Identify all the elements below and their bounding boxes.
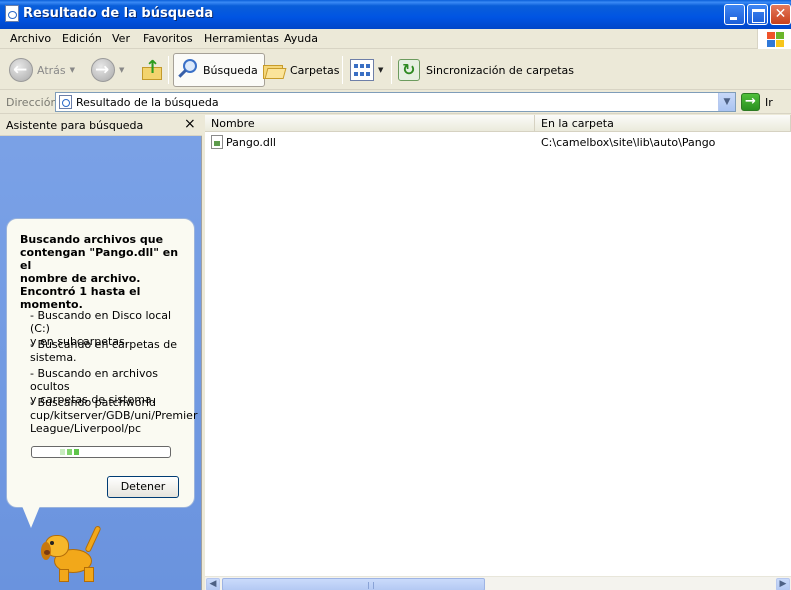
toolbar-separator: [391, 56, 392, 84]
forward-arrow-icon: [91, 58, 115, 82]
menu-ayuda[interactable]: Ayuda: [284, 32, 318, 45]
column-header-folder[interactable]: En la carpeta: [535, 115, 791, 132]
forward-dropdown-icon[interactable]: ▼: [119, 66, 124, 74]
results-list: Nombre En la carpeta Pango.dll C:\camelb…: [205, 115, 791, 590]
sync-label: Sincronización de carpetas: [426, 63, 575, 77]
column-header-name[interactable]: Nombre: [205, 115, 535, 132]
table-row[interactable]: Pango.dll C:\camelbox\site\lib\auto\Pang…: [205, 134, 791, 151]
maximize-icon: [748, 5, 767, 24]
views-dropdown-icon[interactable]: ▼: [378, 66, 383, 74]
address-label: Dirección: [6, 96, 58, 109]
views-icon: [350, 59, 374, 81]
search-pane-header: Asistente para búsqueda ×: [0, 115, 202, 136]
windows-logo-icon: [757, 29, 791, 49]
stop-button[interactable]: Detener: [107, 476, 179, 498]
go-arrow-icon[interactable]: →: [741, 93, 760, 111]
scroll-left-icon[interactable]: ◀: [206, 578, 220, 590]
horizontal-scrollbar[interactable]: ◀ ▶: [205, 576, 791, 590]
search-companion-pane: Asistente para búsqueda × Buscando archi…: [0, 115, 202, 590]
address-bar: Dirección Resultado de la búsqueda ▼ → I…: [0, 91, 791, 114]
menu-edicion[interactable]: Edición: [62, 32, 102, 45]
folders-button[interactable]: Carpetas: [262, 53, 339, 87]
back-dropdown-icon[interactable]: ▼: [70, 66, 75, 74]
search-results-icon: [5, 5, 19, 22]
sync-icon: [398, 59, 420, 81]
standard-toolbar: Atrás ▼ ▼ ↑ Búsqueda Carpetas ▼ Sincroni…: [0, 50, 791, 90]
search-label: Búsqueda: [203, 63, 258, 77]
search-status-item: - Buscando patchworld cup/kitserver/GDB/…: [30, 396, 198, 435]
menu-ver[interactable]: Ver: [112, 32, 130, 45]
minimize-button[interactable]: [724, 4, 745, 25]
back-arrow-icon: [9, 58, 33, 82]
search-icon: [177, 58, 199, 82]
toolbar-separator: [342, 56, 343, 84]
up-folder-icon: ↑: [141, 57, 163, 81]
menu-archivo[interactable]: Archivo: [10, 32, 51, 45]
toolbar-separator: [168, 56, 169, 84]
search-status-item: - Buscando en carpetas de sistema.: [30, 338, 178, 364]
search-assistant-dog-icon[interactable]: [38, 523, 110, 587]
address-dropdown-icon[interactable]: ▼: [718, 93, 735, 111]
file-folder: C:\camelbox\site\lib\auto\Pango: [541, 136, 716, 149]
forward-button[interactable]: ▼: [91, 53, 124, 87]
up-folder-button[interactable]: ↑: [141, 53, 163, 87]
scroll-right-icon[interactable]: ▶: [776, 578, 790, 590]
search-results-icon: [59, 95, 72, 109]
folders-label: Carpetas: [290, 63, 340, 77]
search-pane-title: Asistente para búsqueda: [6, 119, 144, 132]
close-icon: ✕: [774, 6, 787, 22]
folders-icon: [262, 59, 287, 81]
close-pane-icon[interactable]: ×: [184, 116, 196, 132]
views-button[interactable]: ▼: [350, 53, 383, 87]
menu-bar: Archivo Edición Ver Favoritos Herramient…: [0, 29, 791, 49]
window-title: Resultado de la búsqueda: [23, 6, 214, 21]
search-button[interactable]: Búsqueda: [173, 53, 265, 87]
address-value[interactable]: Resultado de la búsqueda: [76, 96, 219, 109]
search-status-balloon: Buscando archivos que contengan "Pango.d…: [6, 218, 198, 528]
menu-herramientas[interactable]: Herramientas: [204, 32, 279, 45]
sync-folders-button[interactable]: Sincronización de carpetas: [398, 53, 574, 87]
scrollbar-thumb[interactable]: [222, 578, 485, 590]
search-progress-bar: [31, 446, 171, 458]
address-combobox[interactable]: Resultado de la búsqueda ▼: [55, 92, 736, 112]
back-label: Atrás: [37, 63, 66, 77]
minimize-icon: [725, 5, 744, 24]
file-name[interactable]: Pango.dll: [226, 136, 276, 149]
search-status-heading: Buscando archivos que contengan "Pango.d…: [20, 233, 179, 311]
menu-favoritos[interactable]: Favoritos: [143, 32, 193, 45]
back-button[interactable]: Atrás ▼: [9, 53, 75, 87]
maximize-button[interactable]: [747, 4, 768, 25]
dll-file-icon: [211, 135, 223, 149]
title-bar: Resultado de la búsqueda ✕: [0, 0, 791, 29]
close-window-button[interactable]: ✕: [770, 4, 791, 25]
go-button[interactable]: Ir: [765, 96, 773, 109]
